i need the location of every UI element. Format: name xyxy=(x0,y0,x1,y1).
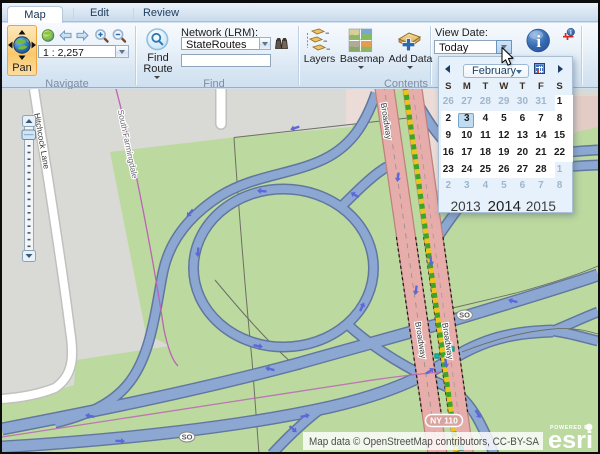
svg-text:esri: esri xyxy=(548,427,593,452)
svg-text:SO: SO xyxy=(182,433,193,442)
svg-text:SO: SO xyxy=(459,311,470,320)
svg-text:Map data © OpenStreetMap contr: Map data © OpenStreetMap contributors, C… xyxy=(309,436,540,448)
svg-text:NY 110: NY 110 xyxy=(430,416,458,426)
svg-text:i: i xyxy=(536,32,541,51)
